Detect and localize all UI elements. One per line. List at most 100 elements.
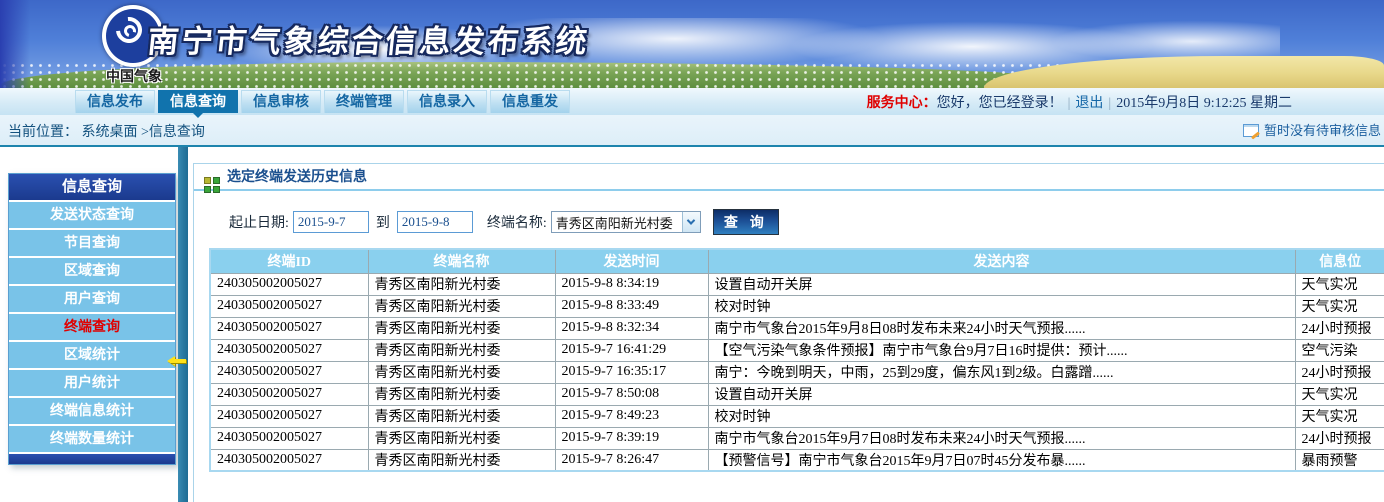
table-row: 240305002005027青秀区南阳新光村委2015-9-7 8:50:08…: [210, 383, 1384, 405]
column-header-0: 终端ID: [210, 249, 368, 273]
cell-r0-c1: 青秀区南阳新光村委: [368, 273, 555, 295]
service-center-label: 服务中心：: [867, 96, 937, 111]
tab-info-query[interactable]: 信息查询: [158, 90, 238, 113]
user-bar: 服务中心：您好，您已经登录！|退出|2015年9月8日 9:12:25 星期二: [867, 92, 1292, 112]
sidebar-item-7[interactable]: 终端信息统计: [9, 396, 175, 424]
sidebar-item-4[interactable]: 终端查询: [9, 312, 175, 340]
cell-r7-c4: 24小时预报: [1295, 427, 1384, 449]
cell-r3-c1: 青秀区南阳新光村委: [368, 339, 555, 361]
note-pencil-icon: [1243, 124, 1259, 137]
query-form: 起止日期: 到 终端名称: 青秀区南阳新光村委 查 询: [229, 209, 1384, 235]
terminal-select[interactable]: 青秀区南阳新光村委: [551, 211, 701, 233]
cell-r6-c1: 青秀区南阳新光村委: [368, 405, 555, 427]
cell-r7-c3: 南宁市气象台2015年9月7日08时发布未来24小时天气预报......: [708, 427, 1295, 449]
cell-r7-c1: 青秀区南阳新光村委: [368, 427, 555, 449]
table-header-row: 终端ID终端名称发送时间发送内容信息位: [210, 249, 1384, 273]
logout-link[interactable]: 退出: [1075, 96, 1103, 111]
sidebar: 信息查询 发送状态查询节目查询区域查询用户查询终端查询区域统计用户统计终端信息统…: [8, 173, 176, 465]
sidebar-item-2[interactable]: 区域查询: [9, 256, 175, 284]
cell-r0-c3: 设置自动开关屏: [708, 273, 1295, 295]
breadcrumb-current[interactable]: 信息查询: [149, 125, 205, 140]
cell-r5-c2: 2015-9-7 8:50:08: [555, 383, 708, 405]
tab-info-publish[interactable]: 信息发布: [75, 90, 155, 113]
section-title: 选定终端发送历史信息: [227, 170, 367, 185]
sidebar-item-0[interactable]: 发送状态查询: [9, 200, 175, 228]
tab-info-audit[interactable]: 信息审核: [241, 90, 321, 113]
cell-r6-c3: 校对时钟: [708, 405, 1295, 427]
cell-r2-c4: 24小时预报: [1295, 317, 1384, 339]
cell-r4-c2: 2015-9-7 16:35:17: [555, 361, 708, 383]
cell-r0-c0: 240305002005027: [210, 273, 368, 295]
cell-r1-c3: 校对时钟: [708, 295, 1295, 317]
logo-caption: 中国气象: [76, 66, 192, 86]
tab-info-entry[interactable]: 信息录入: [407, 90, 487, 113]
cell-r3-c4: 空气污染: [1295, 339, 1384, 361]
date-to-input[interactable]: [397, 211, 473, 233]
cell-r6-c0: 240305002005027: [210, 405, 368, 427]
cell-r1-c0: 240305002005027: [210, 295, 368, 317]
date-from-input[interactable]: [293, 211, 369, 233]
audit-notice-text: 暂时没有待审核信息: [1264, 123, 1381, 138]
terminal-name-label: 终端名称:: [487, 212, 547, 232]
cell-r3-c3: 【空气污染气象条件预报】南宁市气象台9月7日16时提供：预计......: [708, 339, 1295, 361]
table-row: 240305002005027青秀区南阳新光村委2015-9-8 8:32:34…: [210, 317, 1384, 339]
app-window: 中国气象 南宁市气象综合信息发布系统 信息发布信息查询信息审核终端管理信息录入信…: [0, 0, 1384, 502]
breadcrumb-label: 当前位置：: [8, 125, 78, 140]
header-divider: [0, 145, 1384, 147]
cell-r1-c4: 天气实况: [1295, 295, 1384, 317]
column-header-4: 信息位: [1295, 249, 1384, 273]
cell-r3-c2: 2015-9-7 16:41:29: [555, 339, 708, 361]
sidebar-item-6[interactable]: 用户统计: [9, 368, 175, 396]
cell-r5-c1: 青秀区南阳新光村委: [368, 383, 555, 405]
cell-r1-c2: 2015-9-8 8:33:49: [555, 295, 708, 317]
sidebar-item-3[interactable]: 用户查询: [9, 284, 175, 312]
breadcrumb-separator: >: [141, 125, 149, 140]
table-row: 240305002005027青秀区南阳新光村委2015-9-7 16:41:2…: [210, 339, 1384, 361]
tab-info-resend[interactable]: 信息重发: [490, 90, 570, 113]
main-panel: 选定终端发送历史信息 起止日期: 到 终端名称: 青秀区南阳新光村委 查 询 终…: [193, 163, 1384, 502]
table-row: 240305002005027青秀区南阳新光村委2015-9-8 8:33:49…: [210, 295, 1384, 317]
banner-left-edge: [0, 0, 30, 88]
sidebar-header: 信息查询: [9, 174, 175, 200]
cell-r7-c2: 2015-9-7 8:39:19: [555, 427, 708, 449]
cell-r2-c3: 南宁市气象台2015年9月8日08时发布未来24小时天气预报......: [708, 317, 1295, 339]
page-title: 南宁市气象综合信息发布系统: [146, 16, 593, 61]
cell-r6-c2: 2015-9-7 8:49:23: [555, 405, 708, 427]
cell-r4-c1: 青秀区南阳新光村委: [368, 361, 555, 383]
tab-terminal-mgmt[interactable]: 终端管理: [324, 90, 404, 113]
table-row: 240305002005027青秀区南阳新光村委2015-9-7 16:35:1…: [210, 361, 1384, 383]
cell-r7-c0: 240305002005027: [210, 427, 368, 449]
login-greeting: 您好，您已经登录！: [937, 96, 1063, 111]
query-button[interactable]: 查 询: [713, 209, 779, 235]
panel-divider-bar[interactable]: [178, 147, 188, 502]
cell-r2-c1: 青秀区南阳新光村委: [368, 317, 555, 339]
cell-r4-c4: 24小时预报: [1295, 361, 1384, 383]
cell-r8-c4: 暴雨预警: [1295, 449, 1384, 471]
column-header-2: 发送时间: [555, 249, 708, 273]
cell-r3-c0: 240305002005027: [210, 339, 368, 361]
collapse-arrow-icon[interactable]: [162, 356, 188, 366]
sidebar-items: 发送状态查询节目查询区域查询用户查询终端查询区域统计用户统计终端信息统计终端数量…: [9, 200, 175, 452]
section-titlebar: 选定终端发送历史信息: [194, 164, 1384, 191]
sidebar-item-5[interactable]: 区域统计: [9, 340, 175, 368]
table-row: 240305002005027青秀区南阳新光村委2015-9-8 8:34:19…: [210, 273, 1384, 295]
nav-tabs: 信息发布信息查询信息审核终端管理信息录入信息重发: [75, 90, 570, 113]
cell-r6-c4: 天气实况: [1295, 405, 1384, 427]
banner: 中国气象 南宁市气象综合信息发布系统: [0, 0, 1384, 88]
cell-r4-c0: 240305002005027: [210, 361, 368, 383]
cell-r2-c2: 2015-9-8 8:32:34: [555, 317, 708, 339]
datetime-display: 2015年9月8日 9:12:25 星期二: [1116, 96, 1292, 111]
grid-icon: [204, 177, 220, 193]
chevron-down-icon[interactable]: [682, 212, 700, 232]
table-row: 240305002005027青秀区南阳新光村委2015-9-7 8:49:23…: [210, 405, 1384, 427]
breadcrumb-root[interactable]: 系统桌面: [82, 125, 138, 140]
history-table: 终端ID终端名称发送时间发送内容信息位 240305002005027青秀区南阳…: [209, 248, 1384, 472]
sidebar-item-8[interactable]: 终端数量统计: [9, 424, 175, 452]
column-header-1: 终端名称: [368, 249, 555, 273]
cell-r5-c3: 设置自动开关屏: [708, 383, 1295, 405]
cell-r0-c2: 2015-9-8 8:34:19: [555, 273, 708, 295]
sidebar-item-1[interactable]: 节目查询: [9, 228, 175, 256]
column-header-3: 发送内容: [708, 249, 1295, 273]
breadcrumb: 当前位置： 系统桌面 >信息查询: [8, 121, 205, 141]
cell-r4-c3: 南宁：今晚到明天，中雨，25到29度，偏东风1到2级。白露蹭......: [708, 361, 1295, 383]
